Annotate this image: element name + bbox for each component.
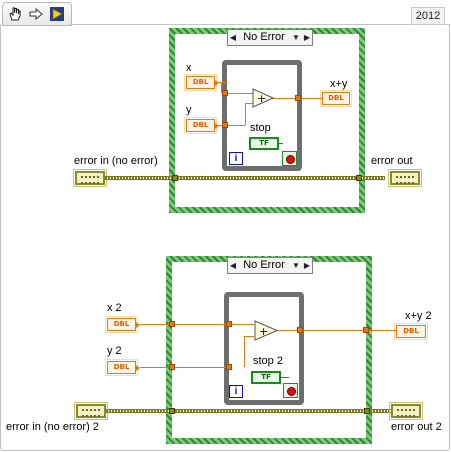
wire-y2-add-in <box>244 336 254 337</box>
error-in-terminal-2[interactable] <box>74 402 108 420</box>
add-operator: + <box>259 325 268 338</box>
iteration-terminal-1: i <box>229 152 243 165</box>
loop2-output-tunnel <box>297 327 303 333</box>
wire-sum-to-ind <box>301 98 322 99</box>
stop-label: stop <box>250 122 271 134</box>
y2-control-terminal[interactable]: DBL <box>105 359 140 376</box>
x2-label: x 2 <box>107 302 122 314</box>
wire-y2-in <box>140 367 232 368</box>
y-label: y <box>186 104 192 116</box>
error-in-tunnel-1 <box>172 175 178 181</box>
decrement-arrow-icon[interactable]: ◀ <box>228 30 238 45</box>
wire-y2-up <box>244 336 245 367</box>
toolbar <box>2 2 72 26</box>
error-in-label-2: error in (no error) 2 <box>6 421 99 433</box>
error-out-terminal-1[interactable] <box>388 169 422 187</box>
loop-condition-stop-2[interactable] <box>283 383 298 398</box>
stop-control-terminal[interactable]: TF <box>249 137 279 150</box>
x-control-terminal[interactable]: DBL <box>184 74 219 91</box>
stop2-control-terminal[interactable]: TF <box>251 371 281 384</box>
chevron-down-icon[interactable]: ▼ <box>290 258 302 273</box>
error-wire-2 <box>106 409 391 413</box>
case2-output-tunnel <box>363 327 369 333</box>
wire-stop <box>279 143 283 144</box>
case-selector-label-1: No Error <box>243 31 285 43</box>
case2-tunnel-y <box>169 364 175 370</box>
sum2-indicator-terminal[interactable]: DBL <box>394 323 428 340</box>
increment-arrow-icon[interactable]: ▶ <box>302 258 312 273</box>
error-out-label-2: error out 2 <box>391 421 442 433</box>
wire-x-to-add <box>228 93 253 94</box>
y2-label: y 2 <box>107 345 122 357</box>
error-out-tunnel-2 <box>364 408 370 414</box>
y-control-terminal[interactable]: DBL <box>184 117 219 134</box>
hand-pointer-icon[interactable] <box>7 6 23 22</box>
sum-indicator-terminal[interactable]: DBL <box>320 90 352 107</box>
wire-y-to-add <box>228 125 245 126</box>
sum-label: x+y <box>330 78 348 90</box>
loop2-tunnel-y <box>226 364 232 370</box>
loop-condition-stop-1[interactable] <box>282 151 297 166</box>
case-selector-label-2: No Error <box>243 259 285 271</box>
wire-y-up <box>245 103 246 125</box>
wire-x2-to-add <box>232 324 254 325</box>
error-out-terminal-2[interactable] <box>389 402 423 420</box>
wire-sum2-out <box>276 330 396 331</box>
case2-tunnel-x <box>169 321 175 327</box>
wire-x-bend <box>221 82 222 93</box>
case-selector-1[interactable]: ◀ No Error ▼ ▶ <box>227 29 313 46</box>
wire-x2-in <box>140 324 232 325</box>
chevron-down-icon[interactable]: ▼ <box>290 30 302 45</box>
error-in-tunnel-2 <box>169 408 175 414</box>
x-label: x <box>186 62 192 74</box>
version-label: 2012 <box>411 7 445 25</box>
case-selector-2[interactable]: ◀ No Error ▼ ▶ <box>227 257 313 274</box>
add-operator: + <box>257 92 266 105</box>
error-out-tunnel-1 <box>356 175 362 181</box>
wire-stop2 <box>281 377 289 378</box>
x2-control-terminal[interactable]: DBL <box>105 316 140 333</box>
error-out-label-1: error out <box>371 155 413 167</box>
decrement-arrow-icon[interactable]: ◀ <box>228 258 238 273</box>
error-in-label-1: error in (no error) <box>74 155 158 167</box>
arrow-right-icon[interactable] <box>28 6 44 22</box>
iteration-terminal-2: i <box>229 385 243 398</box>
stop2-label: stop 2 <box>253 355 283 367</box>
increment-arrow-icon[interactable]: ▶ <box>302 30 312 45</box>
run-arrow-icon[interactable] <box>49 6 65 22</box>
add-function-1[interactable]: + <box>252 88 274 108</box>
add-function-2[interactable]: + <box>254 320 278 341</box>
sum2-label: x+y 2 <box>405 310 432 322</box>
error-in-terminal-1[interactable] <box>73 169 107 187</box>
error-wire-1 <box>105 176 385 180</box>
